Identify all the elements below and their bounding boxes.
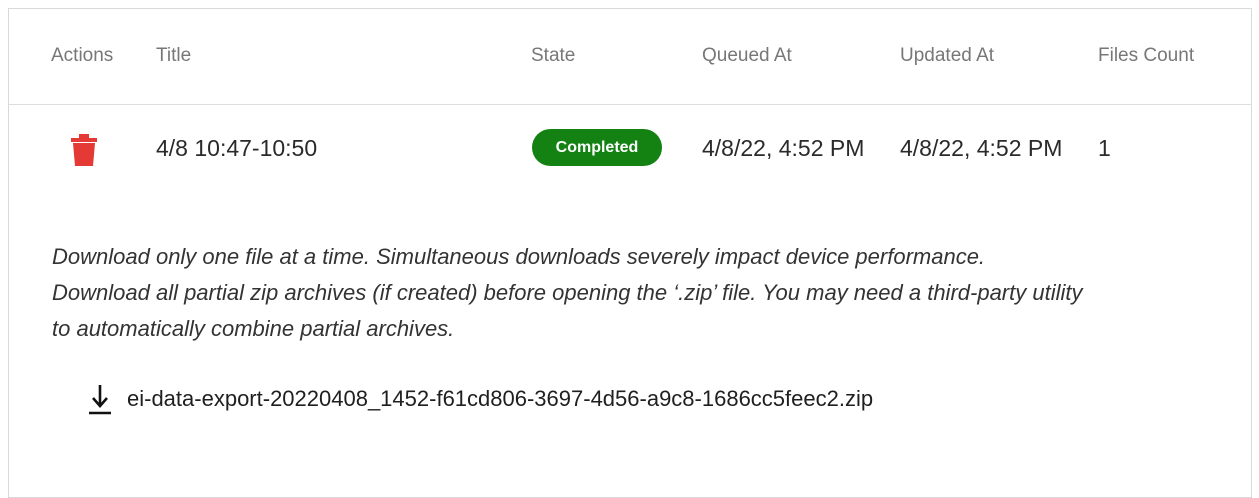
table-row: 4/8 10:47-10:50 Completed 4/8/22, 4:52 P… — [9, 105, 1251, 195]
column-header-queued-at: Queued At — [702, 45, 792, 66]
column-header-actions: Actions — [51, 45, 114, 66]
download-icon[interactable] — [87, 382, 113, 416]
notice-line-1: Download only one file at a time. Simult… — [52, 244, 986, 269]
status-badge: Completed — [532, 129, 662, 166]
export-jobs-panel: Actions Title State Queued At Updated At… — [8, 8, 1252, 498]
delete-button[interactable] — [69, 133, 99, 167]
notice-line-3: to automatically combine partial archive… — [52, 316, 455, 341]
trash-icon[interactable] — [69, 133, 99, 167]
row-title: 4/8 10:47-10:50 — [156, 135, 318, 161]
column-header-state: State — [531, 45, 576, 66]
column-header-files-count: Files Count — [1098, 45, 1195, 66]
notice-line-2: Download all partial zip archives (if cr… — [52, 280, 1083, 305]
row-updated-at: 4/8/22, 4:52 PM — [900, 135, 1063, 161]
download-file-name[interactable]: ei-data-export-20220408_1452-f61cd806-36… — [127, 386, 873, 412]
download-file-link[interactable]: ei-data-export-20220408_1452-f61cd806-36… — [87, 381, 873, 417]
row-queued-at: 4/8/22, 4:52 PM — [702, 135, 865, 161]
row-files-count: 1 — [1098, 135, 1111, 161]
download-notice: Download only one file at a time. Simult… — [52, 239, 1232, 347]
column-header-title: Title — [156, 45, 192, 66]
column-header-updated-at: Updated At — [900, 45, 995, 66]
table-header: Actions Title State Queued At Updated At… — [9, 9, 1251, 105]
